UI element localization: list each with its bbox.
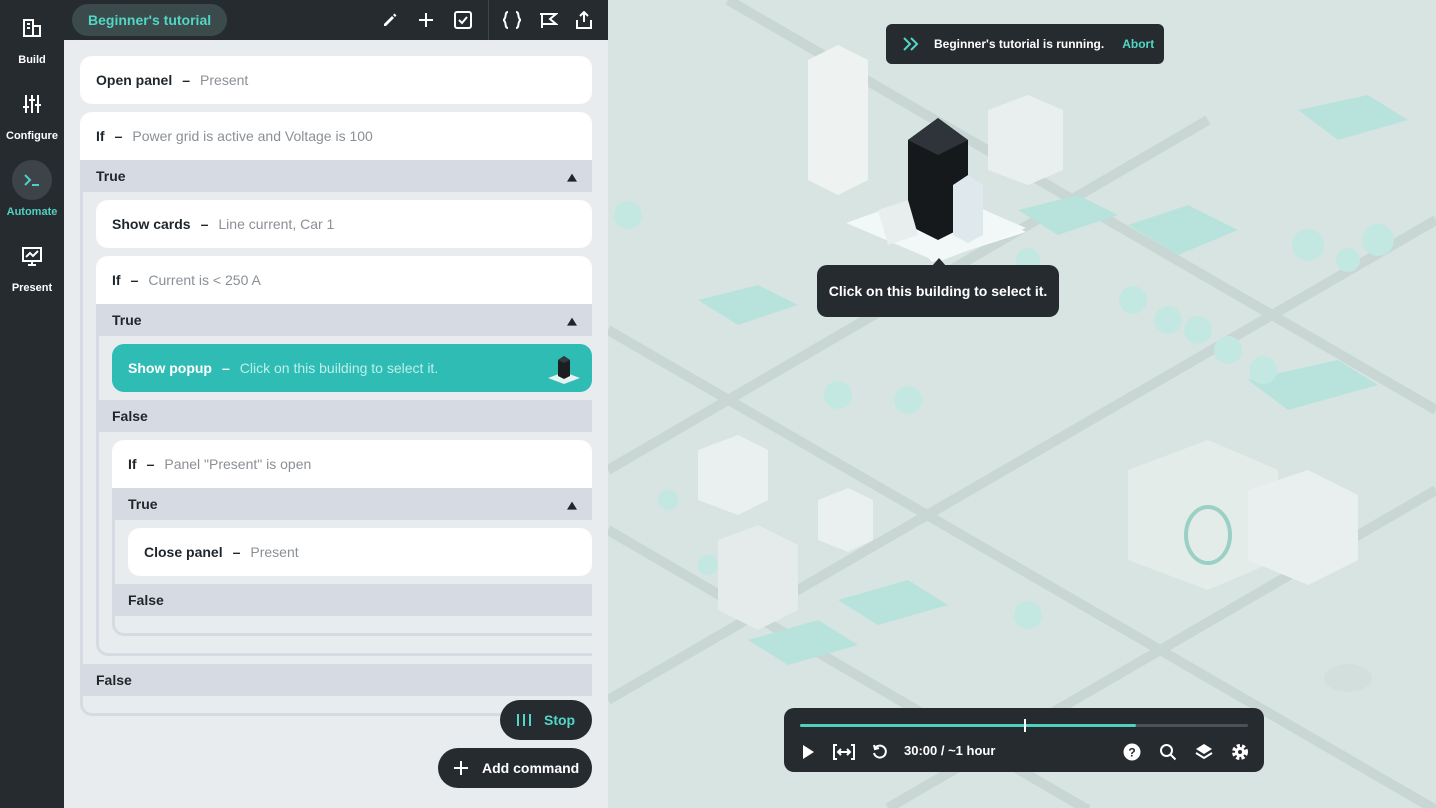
timeline-marker[interactable] — [1024, 719, 1026, 732]
flag-icon[interactable] — [536, 8, 560, 32]
city-map-illustration — [608, 0, 1436, 808]
nav-item-present[interactable]: Present — [0, 236, 64, 308]
nav-item-configure[interactable]: Configure — [0, 84, 64, 156]
command-argument: Power grid is active and Voltage is 100 — [132, 128, 373, 144]
layers-icon[interactable] — [1192, 740, 1216, 764]
command-argument: Click on this building to select it. — [239, 360, 439, 376]
plus-icon[interactable] — [414, 8, 438, 32]
command-keyword: Show cards — [112, 216, 191, 232]
nav-label-build: Build — [18, 54, 46, 66]
command-close-panel[interactable]: Close panel – Present — [128, 528, 592, 576]
timeline-track[interactable] — [800, 719, 1248, 732]
stop-button[interactable]: Stop — [500, 700, 592, 740]
city-map-canvas[interactable] — [608, 0, 1436, 808]
double-chevron-icon — [902, 37, 922, 51]
collapse-caret-icon[interactable] — [566, 498, 578, 514]
stop-bars-icon — [516, 713, 532, 727]
command-if-current[interactable]: If – Current is < 250 A — [96, 256, 592, 304]
svg-text:?: ? — [1128, 746, 1135, 760]
branch-false[interactable]: False — [80, 664, 592, 696]
command-if-power-grid[interactable]: If – Power grid is active and Voltage is… — [80, 112, 592, 160]
branch-label: False — [128, 592, 164, 608]
command-argument: Line current, Car 1 — [218, 216, 335, 232]
command-argument: Present — [250, 544, 299, 560]
abort-link[interactable]: Abort — [1122, 37, 1154, 51]
command-keyword: Show popup — [128, 360, 212, 376]
timeline-player: 30:00 / ~1 hour ? — [784, 708, 1264, 772]
fit-range-icon[interactable] — [832, 740, 856, 764]
nav-item-build[interactable]: Build — [0, 8, 64, 80]
command-show-popup[interactable]: Show popup – Click on this building to s… — [112, 344, 592, 392]
collapse-caret-icon[interactable] — [566, 314, 578, 330]
command-keyword: If — [128, 456, 137, 472]
command-keyword: Close panel — [144, 544, 223, 560]
settings-gear-icon[interactable] — [1228, 740, 1252, 764]
terminal-icon — [12, 160, 52, 200]
command-if-panel-open[interactable]: If – Panel "Present" is open — [112, 440, 592, 488]
command-argument: Panel "Present" is open — [164, 456, 312, 472]
branch-false[interactable]: False — [96, 400, 592, 432]
building-thumbnail-icon — [546, 350, 582, 386]
nav-label-configure: Configure — [6, 130, 58, 142]
command-argument: Current is < 250 A — [148, 272, 261, 288]
branch-false[interactable]: False — [112, 584, 592, 616]
play-icon[interactable] — [796, 740, 820, 764]
command-dash: – — [221, 360, 230, 376]
command-dash: – — [232, 544, 241, 560]
tutorial-running-banner: Beginner's tutorial is running. Abort — [886, 24, 1164, 64]
add-command-button[interactable]: Add command — [438, 748, 592, 788]
branch-label: False — [112, 408, 148, 424]
command-open-panel[interactable]: Open panel – Present — [80, 56, 592, 104]
braces-icon[interactable] — [500, 8, 524, 32]
collapse-caret-icon[interactable] — [566, 170, 578, 186]
popup-tooltip: Click on this building to select it. — [817, 265, 1059, 317]
command-show-cards[interactable]: Show cards – Line current, Car 1 — [96, 200, 592, 248]
checkbox-icon[interactable] — [451, 8, 475, 32]
sliders-icon — [12, 84, 52, 124]
command-keyword: If — [96, 128, 105, 144]
command-dash: – — [146, 456, 155, 472]
plus-icon — [454, 761, 468, 775]
share-icon[interactable] — [572, 8, 596, 32]
command-dash: – — [114, 128, 123, 144]
add-command-label: Add command — [482, 760, 580, 776]
branch-true[interactable]: True — [80, 160, 592, 192]
command-dash: – — [200, 216, 209, 232]
help-icon[interactable]: ? — [1120, 740, 1144, 764]
nav-label-automate: Automate — [6, 206, 58, 218]
branch-label: True — [112, 312, 142, 328]
script-panel: Open panel – Present If – Power grid is … — [64, 40, 608, 808]
build-icon — [12, 8, 52, 48]
tutorial-pill[interactable]: Beginner's tutorial — [72, 4, 228, 36]
banner-text: Beginner's tutorial is running. — [934, 37, 1105, 51]
search-icon[interactable] — [1156, 740, 1180, 764]
nav-rail: Build Configure Automate Present — [0, 0, 64, 808]
branch-true[interactable]: True — [112, 488, 592, 520]
command-dash: – — [130, 272, 139, 288]
nav-item-automate[interactable]: Automate — [0, 160, 64, 232]
branch-label: True — [96, 168, 126, 184]
command-keyword: If — [112, 272, 121, 288]
timeline-progress — [800, 724, 1136, 727]
reset-icon[interactable] — [868, 740, 892, 764]
nav-label-present: Present — [11, 282, 53, 294]
script-toolbar: Beginner's tutorial — [64, 0, 608, 40]
branch-label: True — [128, 496, 158, 512]
time-readout: 30:00 / ~1 hour — [904, 743, 996, 758]
pencil-icon[interactable] — [378, 8, 402, 32]
command-argument: Present — [200, 72, 249, 88]
presentation-icon — [12, 236, 52, 276]
stop-label: Stop — [544, 712, 576, 728]
branch-label: False — [96, 672, 132, 688]
command-keyword: Open panel — [96, 72, 173, 88]
branch-true[interactable]: True — [96, 304, 592, 336]
toolbar-divider — [488, 0, 489, 40]
command-dash: – — [182, 72, 191, 88]
